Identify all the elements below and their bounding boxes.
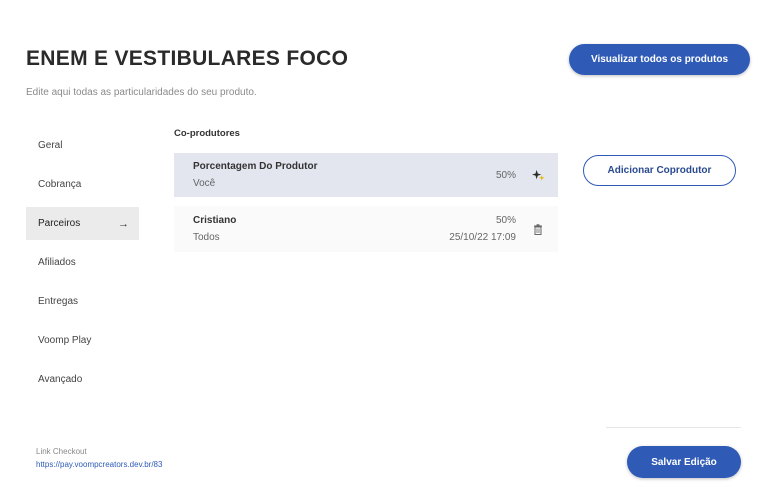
coproducer-scope: Todos bbox=[193, 232, 220, 243]
sidebar-item-geral[interactable]: Geral bbox=[26, 129, 139, 162]
sidebar-item-label: Cobrança bbox=[38, 179, 82, 190]
coproducer-name: Cristiano bbox=[193, 215, 237, 226]
sidebar-item-label: Parceiros bbox=[38, 218, 81, 229]
checkout-link-label: Link Checkout bbox=[36, 447, 87, 456]
save-edit-button[interactable]: Salvar Edição bbox=[627, 446, 741, 478]
section-label: Co-produtores bbox=[174, 128, 240, 139]
sidebar-item-voomp-play[interactable]: Voomp Play bbox=[26, 324, 139, 357]
settings-sidebar: Geral Cobrança Parceiros → Afiliados Ent… bbox=[26, 129, 139, 402]
sparkle-icon bbox=[530, 167, 546, 183]
coproducer-row: Cristiano Todos 50% 25/10/22 17:09 bbox=[174, 206, 558, 252]
coproducer-percent: 50% bbox=[495, 169, 516, 181]
sidebar-item-label: Voomp Play bbox=[38, 335, 92, 346]
sidebar-item-label: Entregas bbox=[38, 296, 79, 307]
sidebar-item-label: Afiliados bbox=[38, 257, 76, 268]
sidebar-item-afiliados[interactable]: Afiliados bbox=[26, 246, 139, 279]
checkout-link[interactable]: https://pay.voompcreators.dev.br/83 bbox=[36, 460, 162, 469]
coproducer-date: 25/10/22 17:09 bbox=[449, 232, 516, 243]
coproducer-percent: 50% bbox=[495, 215, 516, 226]
sidebar-item-avancado[interactable]: Avançado bbox=[26, 363, 139, 396]
trash-icon[interactable] bbox=[530, 221, 546, 237]
sidebar-item-cobranca[interactable]: Cobrança bbox=[26, 168, 139, 201]
sidebar-item-label: Geral bbox=[38, 140, 63, 151]
sidebar-item-label: Avançado bbox=[38, 374, 83, 385]
add-coproducer-button[interactable]: Adicionar Coprodutor bbox=[583, 155, 736, 186]
coproducer-scope: Você bbox=[193, 178, 216, 189]
page-title: ENEM E VESTIBULARES FOCO bbox=[26, 47, 349, 70]
sidebar-item-entregas[interactable]: Entregas bbox=[26, 285, 139, 318]
arrow-right-icon: → bbox=[118, 217, 129, 230]
coproducer-row: Porcentagem Do Produtor Você 50% bbox=[174, 153, 558, 197]
sidebar-item-parceiros[interactable]: Parceiros → bbox=[26, 207, 139, 240]
page-subtitle: Edite aqui todas as particularidades do … bbox=[26, 87, 257, 98]
view-all-products-button[interactable]: Visualizar todos os produtos bbox=[569, 44, 750, 75]
coproducer-name: Porcentagem Do Produtor bbox=[193, 161, 318, 172]
footer-divider bbox=[606, 427, 741, 428]
